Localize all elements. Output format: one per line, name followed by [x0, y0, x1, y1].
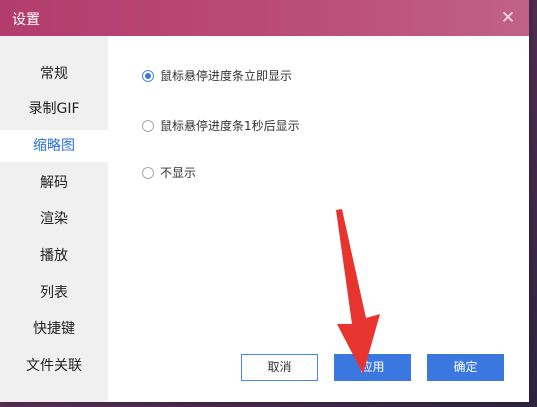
cancel-button[interactable]: 取消	[241, 354, 318, 381]
sidebar-item-decode[interactable]: 解码	[0, 167, 108, 199]
option-label: 鼠标悬停进度条立即显示	[160, 69, 293, 83]
option-hide[interactable]: 不显示	[142, 164, 196, 181]
sidebar-item-playback[interactable]: 播放	[0, 240, 108, 272]
sidebar-item-thumbnail[interactable]: 缩略图	[0, 130, 108, 162]
sidebar-item-record-gif[interactable]: 录制GIF	[0, 93, 108, 125]
radio-button-checked[interactable]	[142, 69, 154, 82]
close-icon[interactable]: ✕	[497, 7, 519, 29]
apply-button[interactable]: 应用	[334, 354, 411, 381]
settings-dialog: 设置 ✕ 常规 录制GIF 缩略图 解码 渲染 播放 列表 快捷键 文件关联 鼠…	[0, 0, 529, 402]
option-show-after-1s[interactable]: 鼠标悬停进度条1秒后显示	[142, 117, 300, 134]
ok-button[interactable]: 确定	[427, 354, 504, 381]
option-label: 不显示	[160, 166, 197, 180]
option-show-immediately[interactable]: 鼠标悬停进度条立即显示	[142, 67, 292, 84]
radio-button[interactable]	[142, 166, 154, 179]
settings-sidebar: 常规 录制GIF 缩略图 解码 渲染 播放 列表 快捷键 文件关联	[0, 36, 108, 402]
title-bar: 设置 ✕	[0, 0, 529, 36]
sidebar-item-shortcuts[interactable]: 快捷键	[0, 313, 108, 345]
sidebar-item-general[interactable]: 常规	[0, 58, 108, 90]
thumbnail-settings-panel: 鼠标悬停进度条立即显示 鼠标悬停进度条1秒后显示 不显示 取消 应用 确定	[108, 36, 529, 402]
option-label: 鼠标悬停进度条1秒后显示	[160, 119, 300, 133]
sidebar-item-render[interactable]: 渲染	[0, 203, 108, 235]
sidebar-item-list[interactable]: 列表	[0, 277, 108, 309]
radio-button[interactable]	[142, 119, 154, 132]
sidebar-item-file-association[interactable]: 文件关联	[0, 350, 108, 382]
dialog-title: 设置	[12, 12, 40, 28]
